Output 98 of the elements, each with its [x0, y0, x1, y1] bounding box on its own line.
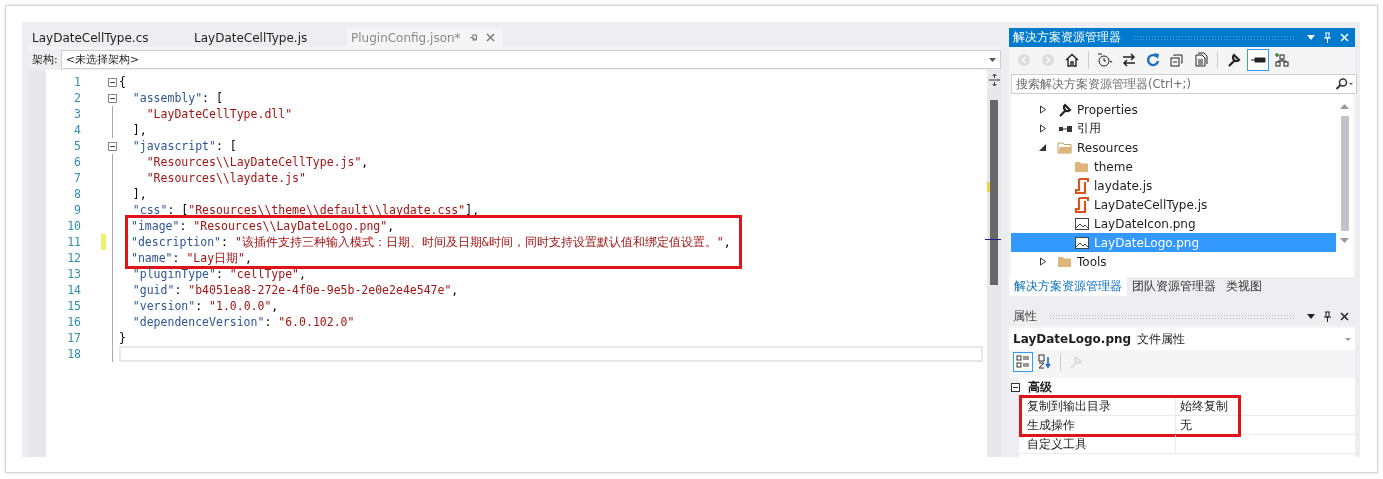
- alphabetical-icon: [1037, 354, 1053, 370]
- scroll-up-icon[interactable]: [1340, 104, 1349, 109]
- tree-item[interactable]: Tools: [1011, 252, 1336, 271]
- code-line: "Resources\\LayDateCellType.js",: [145, 154, 370, 170]
- property-name: 生成操作: [1019, 416, 1176, 434]
- expander-icon[interactable]: [1039, 105, 1047, 114]
- line-number: 16: [66, 315, 81, 329]
- tree-item[interactable]: laydate.js: [1011, 176, 1336, 195]
- code-line: ],: [131, 186, 148, 202]
- sync-icon: [1121, 52, 1137, 68]
- line-number: 17: [66, 331, 81, 345]
- image-file-icon: [1074, 215, 1090, 232]
- expander-icon[interactable]: [1039, 257, 1047, 266]
- refresh-icon: [1145, 52, 1161, 68]
- preview-button[interactable]: [1247, 49, 1269, 71]
- property-name: 复制到输出目录: [1019, 397, 1176, 415]
- forward-icon: [1040, 52, 1056, 68]
- history-icon: [1097, 52, 1113, 68]
- document-tab[interactable]: LayDateCellType.cs: [28, 28, 190, 47]
- home-icon: [1064, 52, 1080, 68]
- back-icon: [1016, 52, 1032, 68]
- tree-item[interactable]: LayDateCellType.js: [1011, 195, 1336, 214]
- line-number: 2: [73, 91, 81, 105]
- code-line: "Resources\\laydate.js": [145, 170, 307, 186]
- show-all-icon: [1193, 52, 1209, 68]
- pin-icon[interactable]: [1323, 311, 1332, 322]
- collapse-icon[interactable]: [1011, 383, 1020, 392]
- tree-item[interactable]: theme: [1011, 157, 1336, 176]
- code-line: "pluginType": "cellType",: [131, 266, 307, 282]
- tree-item[interactable]: Properties: [1011, 100, 1336, 119]
- panel-title: 解决方案资源管理器: [1013, 29, 1121, 46]
- search-field[interactable]: 搜索解决方案资源管理器(Ctrl+;): [1011, 74, 1357, 94]
- collapse-icon[interactable]: [108, 93, 117, 103]
- categorized-button[interactable]: [1013, 352, 1033, 372]
- properties-icon: [1226, 52, 1242, 68]
- property-pages-icon: [1068, 354, 1084, 370]
- tree-item[interactable]: 引用: [1011, 119, 1336, 138]
- property-value[interactable]: 无: [1180, 418, 1192, 432]
- code-line: "image": "Resources\\LayDateLogo.png",: [131, 218, 396, 234]
- code-line: "name": "Lay日期",: [131, 250, 253, 266]
- line-number: 12: [66, 251, 81, 265]
- code-line: "assembly": [: [131, 90, 224, 106]
- code-line: "LayDateCellType.dll": [145, 106, 294, 122]
- script-file-icon: [1074, 177, 1090, 194]
- panel-tab[interactable]: 解决方案资源管理器: [1009, 277, 1127, 296]
- new-view-icon: [1274, 52, 1290, 68]
- line-number: 9: [73, 203, 81, 217]
- property-value[interactable]: 始终复制: [1180, 399, 1228, 413]
- scrollbar-thumb[interactable]: [990, 100, 998, 285]
- line-number: 6: [73, 155, 81, 169]
- navigation-label: 架构:: [31, 52, 59, 67]
- tree-item[interactable]: Resources: [1011, 138, 1336, 157]
- code-line: "javascript": [: [131, 138, 238, 154]
- line-number: 10: [66, 219, 81, 233]
- line-number: 4: [73, 123, 81, 137]
- open-folder-icon: [1057, 139, 1073, 156]
- category-label: 高级: [1028, 379, 1052, 396]
- panel-tab[interactable]: 类视图: [1221, 277, 1267, 296]
- collapse-icon[interactable]: [108, 141, 117, 151]
- panel-tab[interactable]: 团队资源管理器: [1127, 277, 1221, 296]
- line-number: 5: [73, 139, 81, 153]
- line-number: 1: [73, 75, 81, 89]
- categorized-icon: [1015, 354, 1031, 370]
- collapse-icon[interactable]: [108, 77, 117, 87]
- scrollbar-thumb[interactable]: [1340, 116, 1349, 231]
- code-line: {: [119, 74, 127, 90]
- dropdown-icon[interactable]: [1307, 314, 1315, 319]
- line-number: 15: [66, 299, 81, 313]
- code-line: "guid": "b4051ea8-272e-4f0e-9e5b-2e0e2e4e547e",: [131, 282, 460, 298]
- object-selector[interactable]: LayDateLogo.png 文件属性: [1009, 328, 1355, 350]
- scroll-down-icon[interactable]: [1340, 238, 1349, 243]
- panel-title: 属性: [1013, 308, 1037, 325]
- script-file-icon: [1074, 196, 1090, 213]
- line-number: 14: [66, 283, 81, 297]
- expander-icon[interactable]: [1039, 124, 1047, 133]
- wrench-icon: [1057, 101, 1073, 118]
- line-number: 11: [66, 235, 81, 249]
- tree-item[interactable]: LayDateIcon.png: [1011, 214, 1336, 233]
- code-line: "description": "该插件支持三种输入模式：日期、时间及日期&时间，同时支持设置默认值和绑定值设置。",: [131, 234, 731, 250]
- code-line: ],: [131, 122, 148, 138]
- expander-icon[interactable]: [1039, 143, 1047, 152]
- line-number: 7: [73, 171, 81, 185]
- line-number: 13: [66, 267, 81, 281]
- collapse-icon: [1169, 52, 1185, 68]
- architecture-dropdown[interactable]: <未选择架构>: [60, 50, 1001, 69]
- code-line: "dependenceVersion": "6.0.102.0": [131, 314, 356, 330]
- split-icon[interactable]: [988, 74, 1000, 86]
- document-tab[interactable]: LayDateCellType.js: [190, 28, 347, 47]
- caret-icon: [989, 57, 996, 62]
- code-line: "version": "1.0.0.0",: [131, 298, 280, 314]
- line-number: 18: [66, 347, 81, 361]
- property-name: 自定义工具: [1019, 435, 1176, 453]
- image-file-icon: [1074, 234, 1090, 251]
- line-number: 3: [73, 107, 81, 121]
- close-icon[interactable]: [1340, 312, 1349, 321]
- caret-icon: [1345, 337, 1351, 341]
- line-number: 8: [73, 187, 81, 201]
- code-line: }: [119, 330, 127, 346]
